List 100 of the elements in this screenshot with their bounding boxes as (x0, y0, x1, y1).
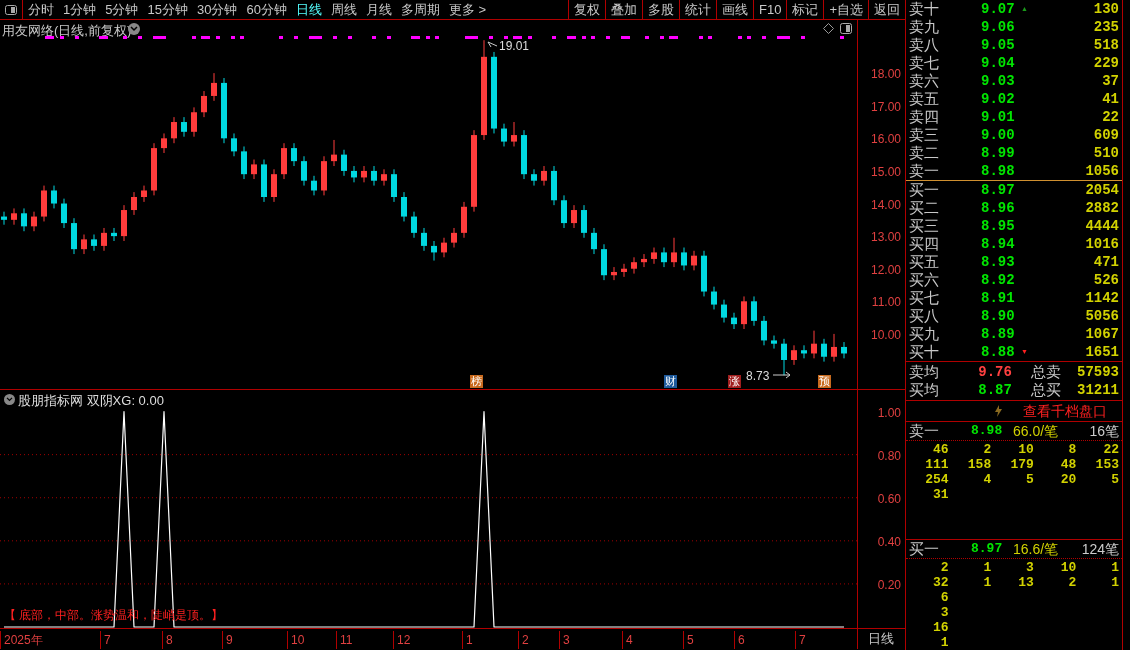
candlestick (131, 191, 137, 216)
axis-label: 10.00 (870, 326, 901, 344)
toolbar-button[interactable]: 复权 (568, 0, 605, 19)
order-size: 1 (982, 575, 992, 590)
volume-value: 510 (1092, 143, 1119, 163)
toolbar-button[interactable]: +自选 (823, 0, 868, 19)
axis-label: 5 (683, 631, 694, 649)
period-tab[interactable]: 30分钟 (196, 0, 238, 20)
period-tab[interactable]: 分时 (28, 0, 54, 20)
axis-label: 1 (462, 631, 473, 649)
candlestick (351, 165, 357, 183)
candlestick (501, 123, 507, 147)
axis-label: 2 (518, 631, 529, 649)
period-tab[interactable]: 月线 (365, 0, 392, 20)
period-tab[interactable]: 多周期 (400, 0, 440, 20)
event-tag[interactable]: 预 (818, 375, 831, 388)
diamond-icon[interactable] (823, 23, 834, 34)
order-size: 48 (1059, 457, 1077, 472)
order-size: 6 (939, 590, 949, 605)
volume-value: 4444 (1084, 216, 1119, 236)
event-tag[interactable]: 榜 (470, 375, 483, 388)
period-tab[interactable]: 1分钟 (63, 0, 97, 20)
candlestick (811, 330, 817, 359)
period-tab[interactable]: 更多 > (448, 0, 487, 20)
average-value: 66.0/笔 (1013, 421, 1060, 441)
event-tag[interactable]: 财 (664, 375, 677, 388)
candlestick (531, 168, 537, 187)
toolbar-button[interactable]: F10 (753, 0, 787, 19)
order-size: 2 (982, 442, 992, 457)
candlestick (141, 185, 147, 203)
depth-link[interactable]: 查看千档盘口 (1023, 400, 1107, 422)
order-size: 22 (1102, 442, 1119, 457)
level-label: 买五 (909, 251, 940, 272)
toolbar-button[interactable]: 画线 (716, 0, 753, 19)
toolbar-button[interactable]: 返回 (868, 0, 905, 19)
level-label: 卖七 (909, 52, 940, 73)
toolbar-button[interactable]: 多股 (642, 0, 679, 19)
candlestick (511, 121, 517, 147)
candlestick (681, 247, 687, 271)
axis-label: 13.00 (870, 229, 901, 247)
candlestick (181, 116, 187, 138)
candlestick (691, 250, 697, 271)
volume-value: 235 (1092, 17, 1119, 37)
period-tab[interactable]: 60分钟 (246, 0, 287, 20)
event-tag[interactable]: 涨 (728, 375, 741, 388)
candlestick (791, 344, 797, 366)
candlestick (591, 227, 597, 255)
panel-toggle-icon[interactable] (5, 4, 17, 15)
candlestick (231, 132, 237, 157)
candlestick (51, 185, 57, 209)
level-label: 卖五 (909, 88, 940, 109)
volume-value: 2882 (1084, 198, 1119, 218)
order-size: 5 (1025, 472, 1034, 487)
candlestick (401, 191, 407, 222)
candlestick (421, 227, 427, 252)
period-tab[interactable]: 周线 (330, 0, 357, 20)
axis-label: 3 (559, 631, 570, 649)
price-value: 9.02 (981, 89, 1016, 109)
volume-value: 1056 (1084, 161, 1119, 181)
toolbar-button[interactable]: 叠加 (605, 0, 642, 19)
period-tab[interactable]: 5分钟 (105, 0, 139, 20)
price-value: 8.98 (981, 161, 1016, 181)
price-value: 8.94 (981, 234, 1016, 254)
volume-value: 37 (1101, 71, 1119, 91)
order-size: 16 (932, 620, 949, 635)
candlestick (11, 207, 17, 226)
price-value: 8.93 (981, 252, 1016, 272)
candlestick (1, 211, 7, 226)
axis-label: 1.00 (877, 404, 901, 422)
total-value: 57593 (1077, 362, 1119, 382)
dropdown-icon[interactable] (4, 394, 15, 405)
toolbar-button[interactable]: 标记 (786, 0, 824, 19)
order-size: 31 (932, 487, 949, 502)
dropdown-icon[interactable] (128, 23, 140, 35)
axis-label: 0.20 (877, 576, 901, 594)
volume-value: 1142 (1084, 288, 1119, 308)
volume-value: 518 (1092, 35, 1119, 55)
period-tab[interactable]: 日线 (295, 0, 322, 20)
price-value: 8.99 (981, 143, 1016, 163)
level-label: 买七 (909, 287, 940, 308)
axis-label: 11 (336, 631, 353, 649)
axis-label: 12.00 (870, 261, 901, 279)
total-label: 总买 (1029, 379, 1062, 400)
candlestick (111, 227, 117, 242)
level-label: 买十 (909, 341, 940, 362)
candlestick (801, 344, 807, 359)
axis-label: 4 (622, 631, 633, 649)
panel-toggle-icon[interactable] (840, 23, 852, 34)
candlestick (371, 165, 377, 187)
toolbar-button[interactable]: 统计 (679, 0, 716, 19)
order-size: 254 (924, 472, 949, 487)
axis-label: 0.80 (877, 447, 901, 465)
price-value: 9.05 (981, 35, 1016, 55)
candlestick (581, 204, 587, 239)
candlestick (671, 237, 677, 268)
order-size: 8 (1067, 442, 1077, 457)
price-value: 8.90 (981, 306, 1016, 326)
price-value: 9.03 (981, 71, 1016, 91)
period-tab[interactable]: 15分钟 (147, 0, 188, 20)
axis-label: 0.60 (877, 490, 901, 508)
